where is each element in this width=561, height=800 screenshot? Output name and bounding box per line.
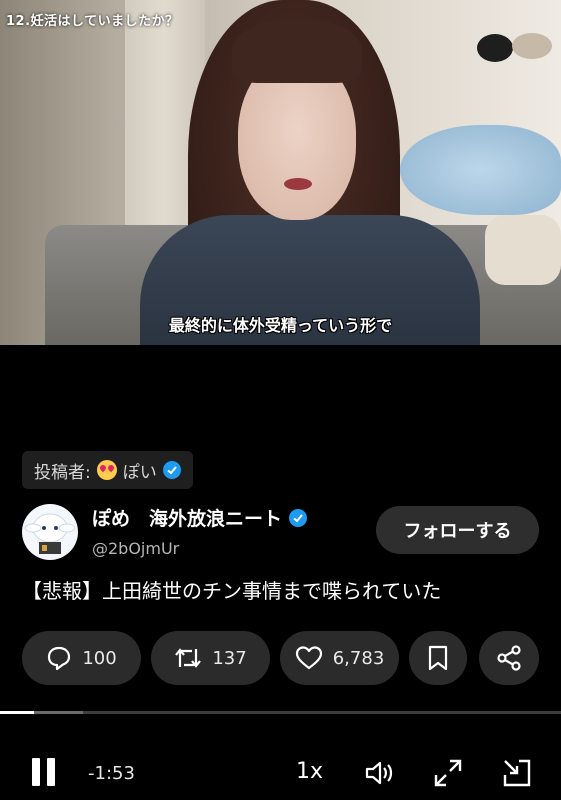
pause-button[interactable] [30,756,58,788]
tweet-text: 【悲報】上田綺世のチン事情まで喋られていた [22,579,442,603]
author-name[interactable]: ぽめ 海外放浪ニート [92,504,308,531]
heart-eyes-emoji-icon [96,460,117,480]
share-button[interactable] [479,631,539,685]
poster-chip[interactable]: 投稿者: ぽい [22,451,193,489]
video-progress-fill [0,711,34,714]
video-background-blanket [400,125,561,215]
reply-icon [48,646,71,671]
video-player[interactable]: 12.妊活はしていましたか？ 最終的に体外受精っていう形で [0,0,561,345]
video-background-pillow [485,215,561,285]
playback-speed-button[interactable]: 1x [296,759,323,784]
author-handle[interactable]: @2bOjmUr [92,539,179,558]
verified-badge-icon [289,508,308,527]
reply-count: 100 [82,647,117,669]
retweet-count: 137 [212,647,247,669]
like-count: 6,783 [332,647,385,669]
video-chapter-title: 12.妊活はしていましたか？ [6,14,179,29]
time-remaining: -1:53 [88,763,135,784]
reply-button[interactable]: 100 [22,631,141,685]
bookmark-button[interactable] [409,631,467,685]
retweet-icon [175,648,202,668]
fullscreen-icon[interactable] [432,757,464,789]
video-person-lips [284,178,312,190]
video-background-hats [477,33,552,62]
video-progress-bar[interactable] [0,711,561,714]
volume-icon[interactable] [363,757,395,789]
exit-player-icon[interactable] [501,757,533,789]
bookmark-icon [428,645,448,671]
retweet-button[interactable]: 137 [151,631,270,685]
like-button[interactable]: 6,783 [280,631,399,685]
poster-name: ぽい [122,462,157,483]
poster-label: 投稿者: [34,462,91,483]
follow-button[interactable]: フォローする [376,506,539,554]
author-display-name: ぽめ 海外放浪ニート [92,508,283,530]
video-subtitle: 最終的に体外受精っていう形で [168,316,393,335]
verified-badge-icon [162,461,181,479]
share-icon [497,645,521,671]
heart-icon [295,646,322,670]
video-person-bangs [232,18,362,83]
avatar[interactable] [22,504,78,560]
